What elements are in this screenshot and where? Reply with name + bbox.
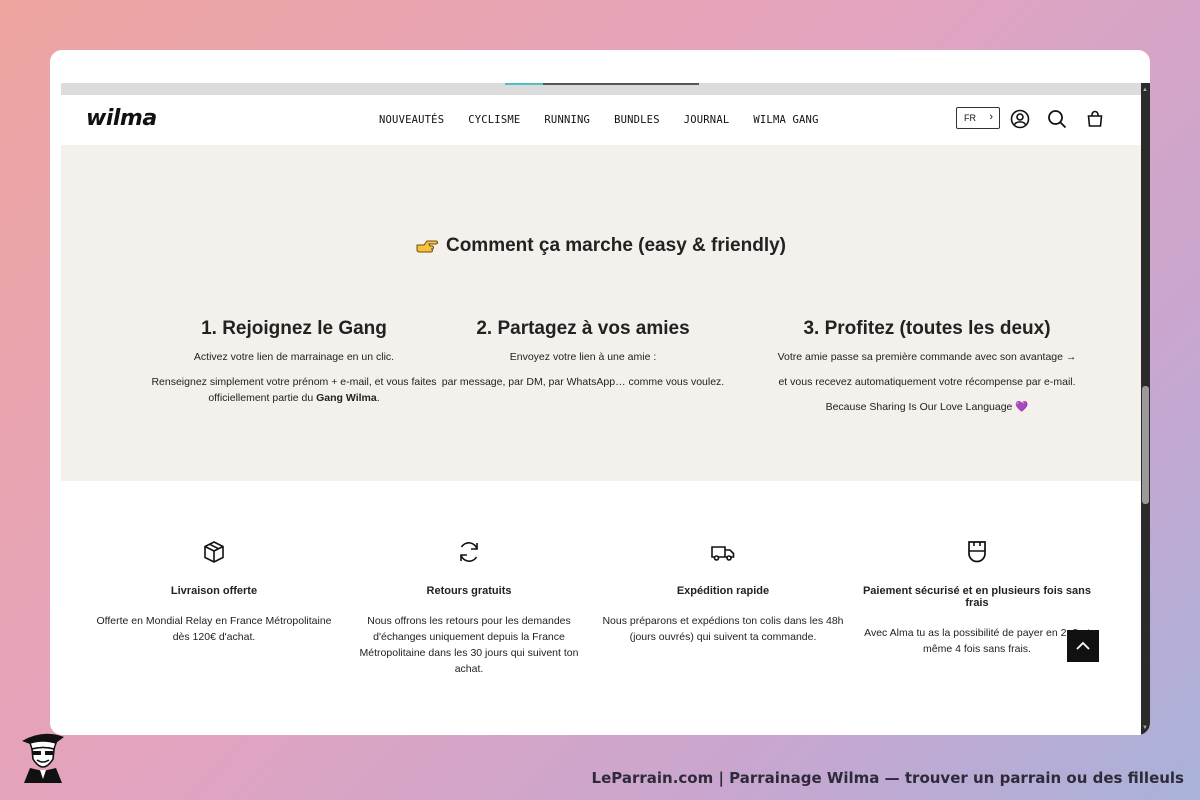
nav-wilma-gang[interactable]: WILMA GANG [753,114,818,126]
step-text: par message, par DM, par WhatsApp… comme… [441,376,725,388]
nav-journal[interactable]: JOURNAL [684,114,730,126]
step-3: 3. Profitez (toutes les deux) Votre amie… [757,318,1097,424]
step-text: et vous recevez automatiquement votre ré… [778,376,1076,388]
scroll-up-arrow[interactable]: ▲ [1142,87,1148,93]
feature-paiement: Paiement sécurisé et en plusieurs fois s… [852,539,1102,657]
site-header: wilma NOUVEAUTÉS CYCLISME RUNNING BUNDLE… [61,95,1130,145]
step-title: 2. Partagez à vos amies [476,318,690,339]
section-title-text: Comment ça marche (easy & friendly) [445,235,786,256]
package-icon [204,541,224,563]
step-text: Renseignez simplement votre prénom + e-m… [151,376,437,404]
feature-expedition: Expédition rapide Nous préparons et expé… [598,539,848,645]
step-title: 1. Rejoignez le Gang [201,318,387,339]
scrollbar-thumb[interactable] [1142,386,1149,504]
nav-running[interactable]: RUNNING [544,114,590,126]
nav-cyclisme[interactable]: CYCLISME [468,114,520,126]
feature-title: Livraison offerte [170,585,258,597]
step-1: 1. Rejoignez le Gang Activez votre lien … [129,318,459,415]
progress-segment-dark [543,83,699,85]
step-text: Envoyez votre lien à une amie : [509,351,657,363]
step-text: Activez votre lien de marrainage en un c… [193,351,395,363]
feature-text: Nous préparons et expédions ton colis da… [602,615,844,643]
nav-bundles[interactable]: BUNDLES [614,114,660,126]
cart-icon[interactable] [1085,109,1105,129]
step-title: 3. Profitez (toutes les deux) [803,318,1051,339]
progress-segment [505,83,543,85]
web-page: wilma NOUVEAUTÉS CYCLISME RUNNING BUNDLE… [61,83,1150,735]
feature-retours: Retours gratuits Nous offrons les retour… [344,539,594,677]
scroll-down-arrow[interactable]: ▼ [1142,725,1148,731]
section-title: Comment ça marche (easy & friendly) [61,235,1141,257]
shield-icon [968,541,986,563]
browser-window: wilma NOUVEAUTÉS CYCLISME RUNNING BUNDLE… [50,50,1150,735]
search-icon[interactable] [1047,109,1067,129]
page-scrollbar[interactable]: ▲ ▼ [1141,83,1150,735]
gang-wilma-emphasis: Gang Wilma [316,392,377,404]
feature-title: Retours gratuits [426,585,512,597]
account-icon[interactable] [1010,109,1030,129]
step-text: Votre amie passe sa première commande av… [777,351,1077,363]
scroll-to-top-button[interactable] [1067,630,1099,662]
top-strip [61,83,1141,95]
leparrain-mascot-icon [22,733,64,783]
pointing-hand-icon [416,240,438,253]
feature-text: Nous offrons les retours pour les demand… [359,615,579,675]
main-nav: NOUVEAUTÉS CYCLISME RUNNING BUNDLES JOUR… [379,114,819,126]
refresh-icon [460,542,478,562]
language-selector[interactable]: FR › [956,107,1000,129]
truck-icon [711,546,735,561]
feature-title: Paiement sécurisé et en plusieurs fois s… [862,585,1092,609]
feature-text: Avec Alma tu as la possibilité de payer … [864,627,1090,655]
chevron-right-icon: › [989,111,993,123]
nav-nouveautes[interactable]: NOUVEAUTÉS [379,114,444,126]
feature-text: Offerte en Mondial Relay en France Métro… [96,615,332,643]
feature-title: Expédition rapide [676,585,770,597]
step-2: 2. Partagez à vos amies Envoyez votre li… [418,318,748,399]
features-section: Livraison offerte Offerte en Mondial Rel… [61,481,1141,735]
step-text: Because Sharing Is Our Love Language 💜 [825,401,1029,413]
how-it-works-section: Comment ça marche (easy & friendly) 1. R… [61,145,1141,481]
wilma-logo[interactable]: wilma [86,106,157,131]
chevron-up-icon [1076,641,1090,650]
language-code: FR [964,113,976,123]
feature-livraison: Livraison offerte Offerte en Mondial Rel… [89,539,339,645]
page-caption: LeParrain.com | Parrainage Wilma — trouv… [591,769,1184,787]
